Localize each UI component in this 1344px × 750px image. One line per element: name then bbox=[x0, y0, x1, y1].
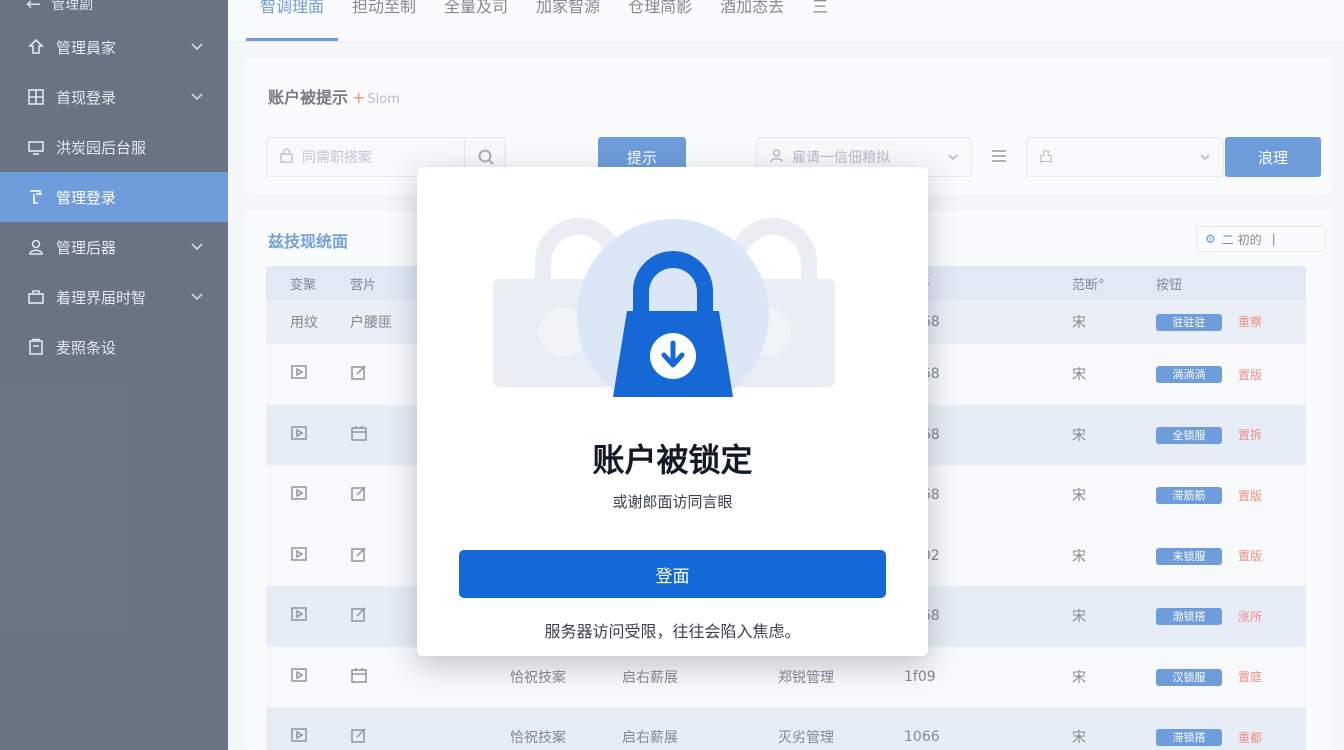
dialog-title: 账户被锁定 bbox=[592, 441, 753, 479]
dialog-subtitle: 或谢郎面访同言眼 bbox=[612, 493, 733, 511]
account-locked-dialog: 账户被锁定 或谢郎面访同言眼 登面 服务器访问受限，往往会陷入焦虑。 bbox=[417, 167, 928, 656]
dialog-confirm-button[interactable]: 登面 bbox=[459, 550, 886, 598]
lock-illustration bbox=[417, 207, 928, 411]
dialog-footer-text: 服务器访问受限，往往会陷入焦虑。 bbox=[544, 622, 801, 641]
